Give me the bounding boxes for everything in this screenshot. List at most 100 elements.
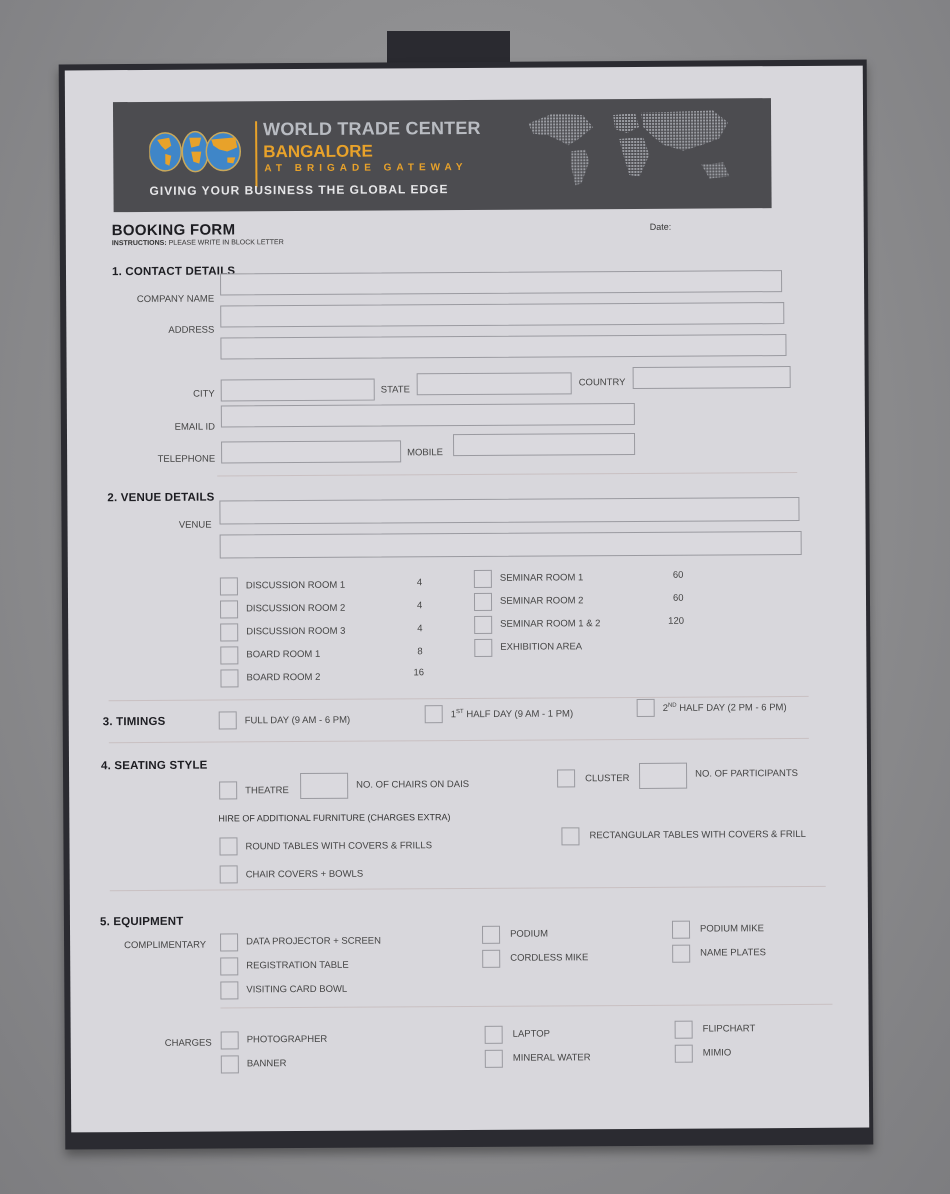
room-capacity: 60 <box>672 569 684 581</box>
first-half-day-label: 1ST HALF DAY (9 AM - 1 PM) <box>451 708 573 721</box>
full-day-checkbox[interactable] <box>218 711 237 730</box>
theatre-checkbox[interactable] <box>219 781 238 800</box>
rect-tables-checkbox[interactable] <box>561 827 580 846</box>
venue-line1-field[interactable] <box>219 496 800 525</box>
room-checkbox[interactable] <box>219 577 238 596</box>
room-checkbox[interactable] <box>220 646 239 665</box>
section-venue-title: 2. VENUE DETAILS <box>107 491 215 505</box>
charges-option: FLIPCHART <box>702 1023 756 1035</box>
section-divider <box>220 1003 833 1009</box>
first-half-day-checkbox[interactable] <box>424 705 443 724</box>
booking-form-sheet: WORLD TRADE CENTER BANGALORE AT BRIGADE … <box>64 65 870 1133</box>
form-instructions: INSTRUCTIONS: PLEASE WRITE IN BLOCK LETT… <box>112 239 284 247</box>
room-capacity: 4 <box>417 600 423 612</box>
instructions-label: INSTRUCTIONS: <box>111 239 167 248</box>
section-divider <box>217 471 798 477</box>
ordinal-suffix: ST <box>455 709 464 716</box>
equipment-checkbox[interactable] <box>672 944 691 963</box>
email-field[interactable] <box>220 402 635 428</box>
equipment-checkbox[interactable] <box>671 920 691 939</box>
section-seating-title: 4. SEATING STYLE <box>100 759 208 773</box>
company-name-label: COMPANY NAME <box>136 293 215 306</box>
equipment-option: VISITING CARD BOWL <box>246 983 348 996</box>
charges-checkbox[interactable] <box>674 1044 693 1063</box>
charges-checkbox[interactable] <box>220 1055 239 1074</box>
charges-checkbox[interactable] <box>484 1049 503 1068</box>
address-label: ADDRESS <box>168 324 215 336</box>
brand-tagline: GIVING YOUR BUSINESS THE GLOBAL EDGE <box>149 182 449 198</box>
room-checkbox[interactable] <box>220 623 239 642</box>
cluster-checkbox[interactable] <box>557 769 576 788</box>
equipment-option: PODIUM <box>510 928 549 940</box>
room-name: SEMINAR ROOM 1 & 2 <box>500 618 601 630</box>
company-name-field[interactable] <box>220 270 783 296</box>
globe-logo-icon <box>149 130 242 173</box>
brand-location: AT BRIGADE GATEWAY <box>264 161 468 175</box>
city-label: CITY <box>193 388 215 400</box>
room-name: DISCUSSION ROOM 3 <box>246 625 346 638</box>
room-name: BOARD ROOM 1 <box>246 648 321 661</box>
address-line1-field[interactable] <box>220 302 785 328</box>
room-capacity: 60 <box>672 592 684 604</box>
equipment-checkbox[interactable] <box>482 949 501 968</box>
section-equipment-title: 5. EQUIPMENT <box>99 915 184 929</box>
state-label: STATE <box>380 384 410 396</box>
equipment-checkbox[interactable] <box>220 981 239 1000</box>
room-capacity: 120 <box>668 615 685 627</box>
room-checkbox[interactable] <box>473 569 492 588</box>
room-checkbox[interactable] <box>220 600 239 619</box>
brand-city: BANGALORE <box>263 141 373 162</box>
venue-line2-field[interactable] <box>219 530 802 559</box>
section-timings-title: 3. TIMINGS <box>102 715 166 729</box>
address-line2-field[interactable] <box>220 334 787 360</box>
charges-option: BANNER <box>246 1058 287 1070</box>
chair-covers-checkbox[interactable] <box>219 865 238 884</box>
mobile-label: MOBILE <box>407 447 444 459</box>
room-capacity: 8 <box>417 646 423 658</box>
chairs-on-dais-field[interactable] <box>300 772 349 800</box>
mobile-field[interactable] <box>452 432 636 457</box>
charges-label: CHARGES <box>164 1037 212 1049</box>
furniture-heading: HIRE OF ADDITIONAL FURNITURE (CHARGES EX… <box>218 812 451 824</box>
room-name: DISCUSSION ROOM 1 <box>245 579 346 592</box>
participants-field[interactable] <box>639 762 688 789</box>
venue-label: VENUE <box>178 519 212 531</box>
section-divider <box>108 737 809 744</box>
equipment-checkbox[interactable] <box>220 957 239 976</box>
equipment-checkbox[interactable] <box>220 933 239 952</box>
email-label: EMAIL ID <box>174 421 215 433</box>
room-checkbox[interactable] <box>473 592 493 611</box>
charges-option: MINERAL WATER <box>512 1052 591 1064</box>
theatre-label: THEATRE <box>245 785 289 797</box>
brand-divider <box>255 121 258 188</box>
round-tables-label: ROUND TABLES WITH COVERS & FRILLS <box>245 840 433 853</box>
room-checkbox[interactable] <box>474 638 493 657</box>
equipment-option: NAME PLATES <box>700 947 767 959</box>
telephone-field[interactable] <box>221 440 402 464</box>
second-half-day-checkbox[interactable] <box>636 698 655 717</box>
chairs-on-dais-label: NO. OF CHAIRS ON DAIS <box>356 778 470 791</box>
participants-label: NO. OF PARTICIPANTS <box>695 767 799 780</box>
room-name: BOARD ROOM 2 <box>246 671 321 684</box>
room-name: SEMINAR ROOM 2 <box>499 595 584 607</box>
section-divider <box>108 695 809 702</box>
room-name: EXHIBITION AREA <box>500 641 583 653</box>
charges-checkbox[interactable] <box>484 1025 503 1044</box>
charges-option: PHOTOGRAPHER <box>246 1033 328 1046</box>
charges-checkbox[interactable] <box>220 1031 239 1050</box>
charges-checkbox[interactable] <box>674 1020 693 1039</box>
cluster-label: CLUSTER <box>585 773 630 785</box>
country-field[interactable] <box>632 366 791 389</box>
country-label: COUNTRY <box>578 377 626 389</box>
room-checkbox[interactable] <box>474 615 493 634</box>
charges-option: MIMIO <box>702 1047 732 1059</box>
city-field[interactable] <box>220 378 375 402</box>
room-checkbox[interactable] <box>220 669 239 688</box>
equipment-checkbox[interactable] <box>481 925 501 944</box>
brand-name: WORLD TRADE CENTER <box>263 117 481 140</box>
state-field[interactable] <box>416 372 572 396</box>
round-tables-checkbox[interactable] <box>219 837 238 856</box>
room-name: SEMINAR ROOM 1 <box>499 572 584 584</box>
header-banner: WORLD TRADE CENTER BANGALORE AT BRIGADE … <box>112 98 772 213</box>
second-half-text: HALF DAY (2 PM - 6 PM) <box>676 702 787 714</box>
